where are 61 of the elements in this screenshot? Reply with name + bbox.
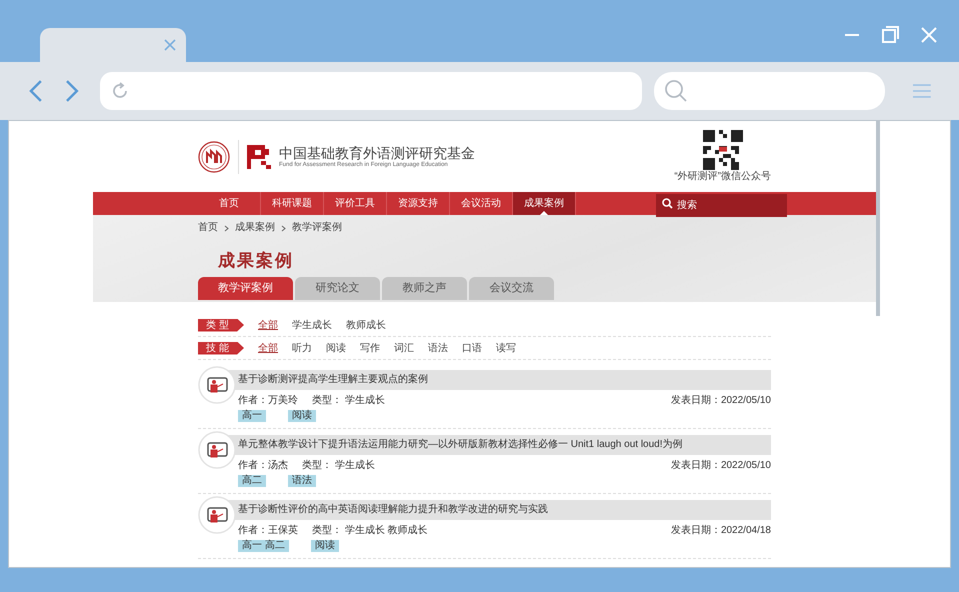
tag: 高一 <box>238 410 266 422</box>
filter-option[interactable]: 全部 <box>258 318 278 332</box>
pixel-logo-icon <box>247 144 271 168</box>
tab[interactable]: 会议交流 <box>469 277 554 300</box>
article-title[interactable]: 基于诊断性评价的高中英语阅读理解能力提升和教学改进的研究与实践 <box>228 500 771 520</box>
menu-icon[interactable] <box>913 83 931 99</box>
tag: 高二 <box>238 475 266 487</box>
tag: 高一 高二 <box>238 540 289 552</box>
article-title[interactable]: 基于诊断测评提高学生理解主要观点的案例 <box>228 370 771 390</box>
browser-tab[interactable] <box>40 28 186 62</box>
chevron-icon <box>224 224 229 232</box>
type-text: 类型： 学生成长 教师成长 <box>312 525 428 537</box>
author-text: 作者：万美玲 <box>238 395 298 407</box>
address-bar[interactable] <box>100 72 642 110</box>
author-text: 作者：王保英 <box>238 525 298 537</box>
close-icon[interactable] <box>164 39 176 51</box>
date-text: 发表日期：2022/04/18 <box>670 525 771 537</box>
type-text: 类型： 学生成长 <box>302 460 375 472</box>
page-title: 成果案例 <box>218 251 295 271</box>
tab[interactable]: 教师之声 <box>382 277 467 300</box>
search-icon <box>664 79 688 103</box>
tag: 阅读 <box>310 540 339 552</box>
filter-option[interactable]: 学生成长 <box>292 318 332 332</box>
filter-option[interactable]: 词汇 <box>394 340 414 356</box>
filter-label: 类 型 <box>198 318 244 332</box>
filter-option[interactable]: 读写 <box>496 340 516 356</box>
nav-item[interactable]: 成果案例 <box>513 192 576 215</box>
qr-code-icon <box>702 130 743 170</box>
qr-caption: “外研测评”微信公众号 <box>674 171 771 183</box>
tab[interactable]: 教学评案例 <box>198 277 293 300</box>
maximize-icon[interactable] <box>882 26 899 43</box>
filter-option[interactable]: 写作 <box>360 340 380 356</box>
tag: 语法 <box>288 475 316 487</box>
back-icon[interactable] <box>28 79 44 103</box>
author-text: 作者：汤杰 <box>238 460 288 472</box>
forward-icon[interactable] <box>64 79 80 103</box>
filter-label: 技 能 <box>198 342 244 354</box>
filter-option[interactable]: 口语 <box>462 340 482 356</box>
type-text: 类型： 学生成长 <box>312 395 385 407</box>
article-title[interactable]: 单元整体教学设计下提升语法运用能力研究—以外研版新教材选择性必修一 Unit1 laugh out loud!为例 <box>228 435 771 455</box>
search-bar[interactable] <box>654 72 886 110</box>
breadcrumb-link[interactable]: 教学评案例 <box>292 222 342 234</box>
filter-option[interactable]: 教师成长 <box>346 318 386 332</box>
chevron-icon <box>281 224 286 232</box>
filter-option[interactable]: 全部 <box>258 340 278 356</box>
teacher-board-icon <box>198 366 236 404</box>
seal-logo-icon <box>198 140 230 172</box>
date-text: 发表日期：2022/05/10 <box>670 395 771 407</box>
breadcrumb-link[interactable]: 成果案例 <box>235 222 275 234</box>
date-text: 发表日期：2022/05/10 <box>670 460 771 472</box>
teacher-board-icon <box>198 431 236 469</box>
tab[interactable]: 研究论文 <box>295 277 380 300</box>
search-icon <box>662 198 673 209</box>
breadcrumb-link[interactable]: 首页 <box>198 222 218 234</box>
site-title: 中国基础教育外语测评研究基金 <box>279 144 475 160</box>
filter-option[interactable]: 语法 <box>428 340 448 356</box>
filter-option[interactable]: 听力 <box>292 340 312 356</box>
search-field[interactable]: 搜索 <box>656 194 787 217</box>
filter-option[interactable]: 阅读 <box>326 340 346 356</box>
teacher-board-icon <box>198 496 236 534</box>
tag: 阅读 <box>288 410 316 422</box>
